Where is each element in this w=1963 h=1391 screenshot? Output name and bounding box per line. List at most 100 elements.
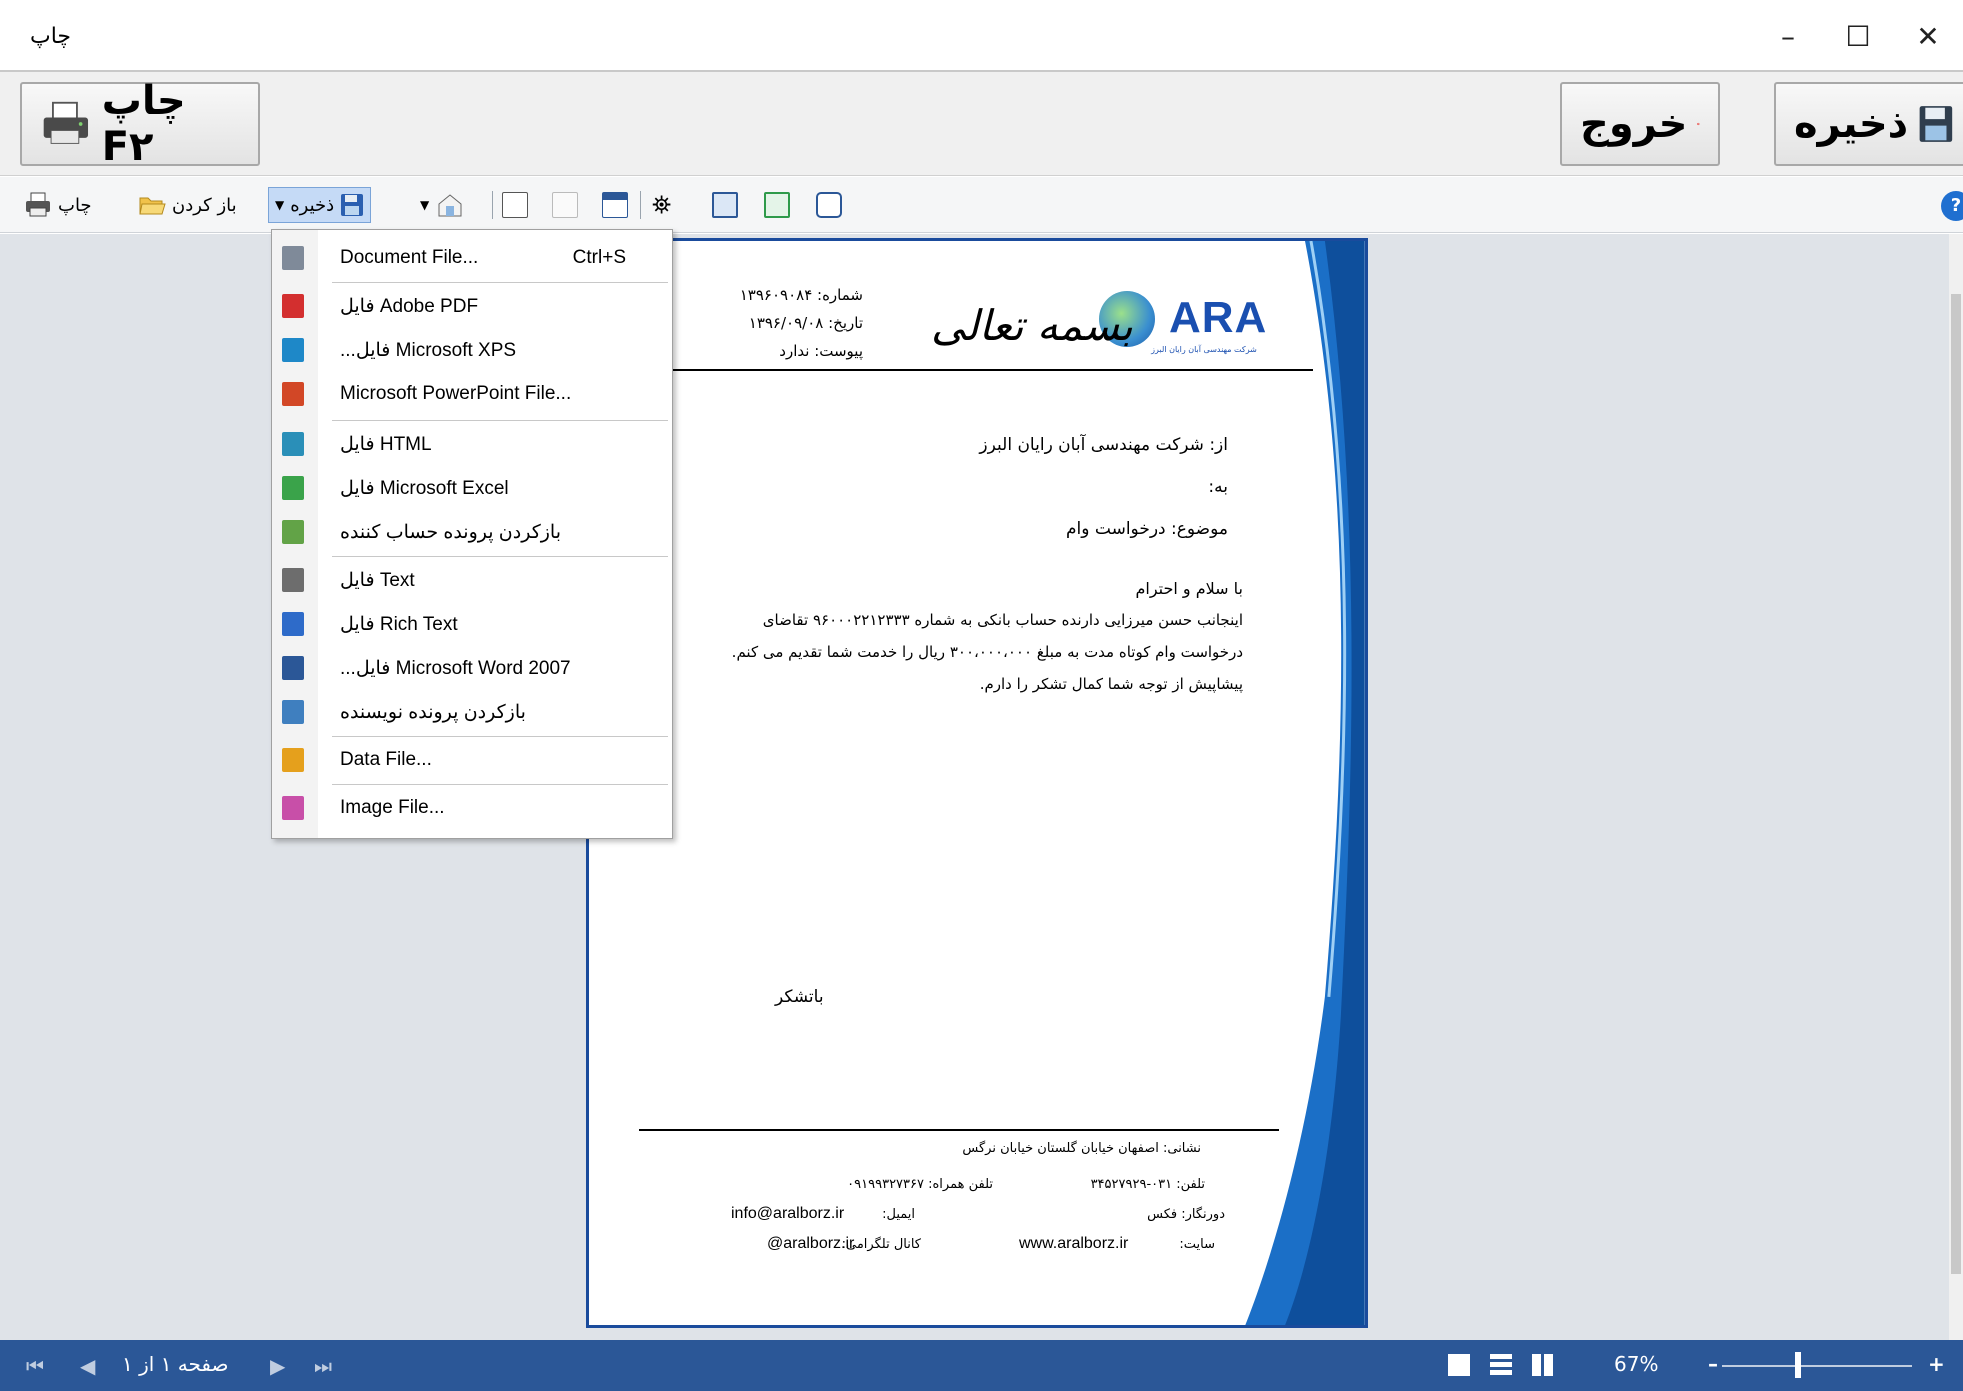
fit-width-button[interactable]	[816, 187, 842, 223]
toolbar-export-dropdown[interactable]: ▼	[420, 187, 465, 223]
page-setup-button[interactable]	[502, 187, 528, 223]
letter-subject: موضوع: درخواست وام	[1066, 519, 1228, 539]
letter-body-line-1: اینجانب حسن میرزایی دارنده حساب بانکی به…	[762, 611, 1243, 629]
footer-site: www.aralborz.ir	[1019, 1235, 1129, 1252]
preview-toolbar: چاپ باز کردن ▼ ذخیره ▼ ⛯ ?	[0, 177, 1963, 233]
single-page-view-button[interactable]	[712, 187, 738, 223]
letter-meta: شماره: ۱۳۹۶۰۹۰۸۴ تاریخ: ۱۳۹۶/۰۹/۰۸ پیوست…	[683, 281, 863, 365]
menu-item-doc[interactable]: Document File... Ctrl+S	[272, 238, 672, 278]
help-icon[interactable]: ?	[1941, 191, 1963, 221]
pdf-file-icon	[282, 294, 304, 318]
zoom-in-button[interactable]: +	[1928, 1352, 1945, 1376]
scrollbar-thumb[interactable]	[1951, 294, 1961, 1274]
print-f2-label: چاپ F۲	[101, 78, 186, 170]
menu-item-label: ...فایل Microsoft XPS	[340, 340, 517, 361]
doc-file-icon	[282, 656, 304, 680]
main-button-row: چاپ F۲ خروج ذخیره	[0, 72, 1963, 176]
print-f2-button[interactable]: چاپ F۲	[20, 78, 260, 170]
menu-item-label: Image File...	[340, 797, 445, 818]
exit-label: خروج	[1580, 101, 1688, 147]
img-file-icon	[282, 796, 304, 820]
find-button[interactable]: ⛯	[652, 187, 671, 223]
rtf-file-icon	[282, 612, 304, 636]
toolbar-separator	[492, 191, 493, 219]
menu-item-ppt[interactable]: Microsoft PowerPoint File...	[272, 374, 672, 414]
dbt-file-icon	[282, 748, 304, 772]
letter-body-line-2: درخواست وام کوتاه مدت به مبلغ ۳۰۰،۰۰۰،۰۰…	[731, 643, 1243, 661]
menu-item-txt[interactable]: فایل Text	[272, 560, 672, 600]
toolbar-print-button[interactable]: چاپ	[24, 187, 92, 223]
toolbar-save-dropdown[interactable]: ▼ ذخیره	[268, 187, 372, 223]
menu-item-label: Data File...	[340, 749, 432, 770]
save-button[interactable]: ذخیره	[1774, 82, 1963, 166]
menu-item-label: فایل Adobe PDF	[340, 296, 479, 317]
header-footer-button[interactable]	[602, 187, 628, 223]
zoom-slider-thumb[interactable]	[1795, 1352, 1801, 1378]
menu-separator	[332, 282, 668, 283]
multi-page-view-icon[interactable]	[1490, 1354, 1512, 1376]
menu-item-xls[interactable]: فایل Microsoft Excel	[272, 468, 672, 508]
exit-button[interactable]: خروج	[1560, 82, 1720, 166]
export-icon	[438, 194, 462, 217]
letter-attachment: پیوست: ندارد	[779, 342, 863, 360]
grid-view-icon[interactable]	[1532, 1354, 1554, 1376]
decorative-blue-band	[1245, 241, 1365, 1325]
dropdown-arrow-icon: ▼	[420, 198, 430, 212]
single-page-view-icon[interactable]	[1448, 1354, 1470, 1376]
scale-icon	[552, 192, 578, 218]
close-button[interactable]: ✕	[1893, 0, 1963, 72]
footer-email-label: ایمیل:	[882, 1207, 915, 1222]
folder-open-icon	[139, 197, 166, 215]
footer-fax: دورنگار: فکس	[1147, 1207, 1225, 1222]
ppt-file-icon	[282, 382, 304, 406]
menu-item-htm[interactable]: فایل HTML	[272, 424, 672, 464]
floppy-disk-icon	[341, 194, 364, 216]
scale-button[interactable]	[552, 187, 578, 223]
first-page-icon[interactable]: ⏮	[26, 1354, 44, 1378]
letter-from: از: شرکت مهندسی آبان رایان البرز	[979, 435, 1228, 455]
letter-number: شماره: ۱۳۹۶۰۹۰۸۴	[739, 286, 863, 304]
toolbar-open-label: باز کردن	[172, 194, 237, 216]
menu-item-rtf[interactable]: فایل Rich Text	[272, 604, 672, 644]
toolbar-save-label: ذخیره	[290, 194, 335, 216]
footer-phone: تلفن: ۰۳۱-۳۴۵۲۷۹۲۹	[1090, 1177, 1205, 1192]
menu-item-shortcut: Ctrl+S	[572, 247, 626, 268]
maximize-button[interactable]: ☐	[1823, 0, 1893, 72]
minimize-button[interactable]: –	[1753, 0, 1823, 72]
doc-file-icon	[282, 246, 304, 270]
page-width-view-button[interactable]	[764, 187, 790, 223]
menu-item-label: Microsoft PowerPoint File...	[340, 383, 572, 404]
last-page-icon[interactable]: ⏭	[314, 1354, 332, 1378]
toolbar-open-button[interactable]: باز کردن	[138, 187, 237, 223]
menu-separator	[332, 736, 668, 737]
page-width-icon	[764, 192, 790, 218]
menu-item-img[interactable]: Image File...	[272, 788, 672, 828]
menu-item-xps[interactable]: ...فایل Microsoft XPS	[272, 330, 672, 370]
zoom-out-button[interactable]: –	[1708, 1352, 1718, 1376]
menu-item-odw[interactable]: بازکردن پرونده نویسنده	[272, 692, 672, 732]
odc-file-icon	[282, 520, 304, 544]
menu-item-odc[interactable]: بازکردن پرونده حساب کننده	[272, 512, 672, 552]
menu-item-doc[interactable]: ...فایل Microsoft Word 2007	[272, 648, 672, 688]
menu-item-label: ...فایل Microsoft Word 2007	[340, 658, 571, 679]
menu-item-label: Document File...	[340, 247, 479, 268]
menu-item-label: فایل Rich Text	[340, 614, 458, 635]
power-icon	[1697, 122, 1700, 126]
menu-item-pdf[interactable]: فایل Adobe PDF	[272, 286, 672, 326]
zoom-level: 67%	[1614, 1352, 1659, 1376]
print-preview-window: چاپ – ☐ ✕ چاپ F۲ خروج ذخیره چاپ باز کردن…	[0, 0, 1963, 1391]
title-bar: چاپ – ☐ ✕	[0, 0, 1963, 72]
xls-file-icon	[282, 476, 304, 500]
basmala-heading: بسمه تعالی	[931, 301, 1133, 350]
zoom-slider[interactable]	[1722, 1365, 1912, 1367]
menu-separator	[332, 420, 668, 421]
page-setup-icon	[502, 192, 528, 218]
next-page-icon[interactable]: ▶	[270, 1354, 285, 1378]
document-page: ARA شرکت مهندسی آبان رایان البرز بسمه تع…	[586, 238, 1368, 1328]
vertical-scrollbar[interactable]	[1949, 234, 1963, 1340]
window-title: چاپ	[30, 24, 72, 49]
footer-mobile: تلفن همراه: ۰۹۱۹۹۳۲۷۳۶۷	[847, 1177, 993, 1192]
page-info: صفحه ۱ از ۱	[122, 1352, 229, 1376]
previous-page-icon[interactable]: ◀	[80, 1354, 95, 1378]
menu-item-dbt[interactable]: Data File...	[272, 740, 672, 780]
